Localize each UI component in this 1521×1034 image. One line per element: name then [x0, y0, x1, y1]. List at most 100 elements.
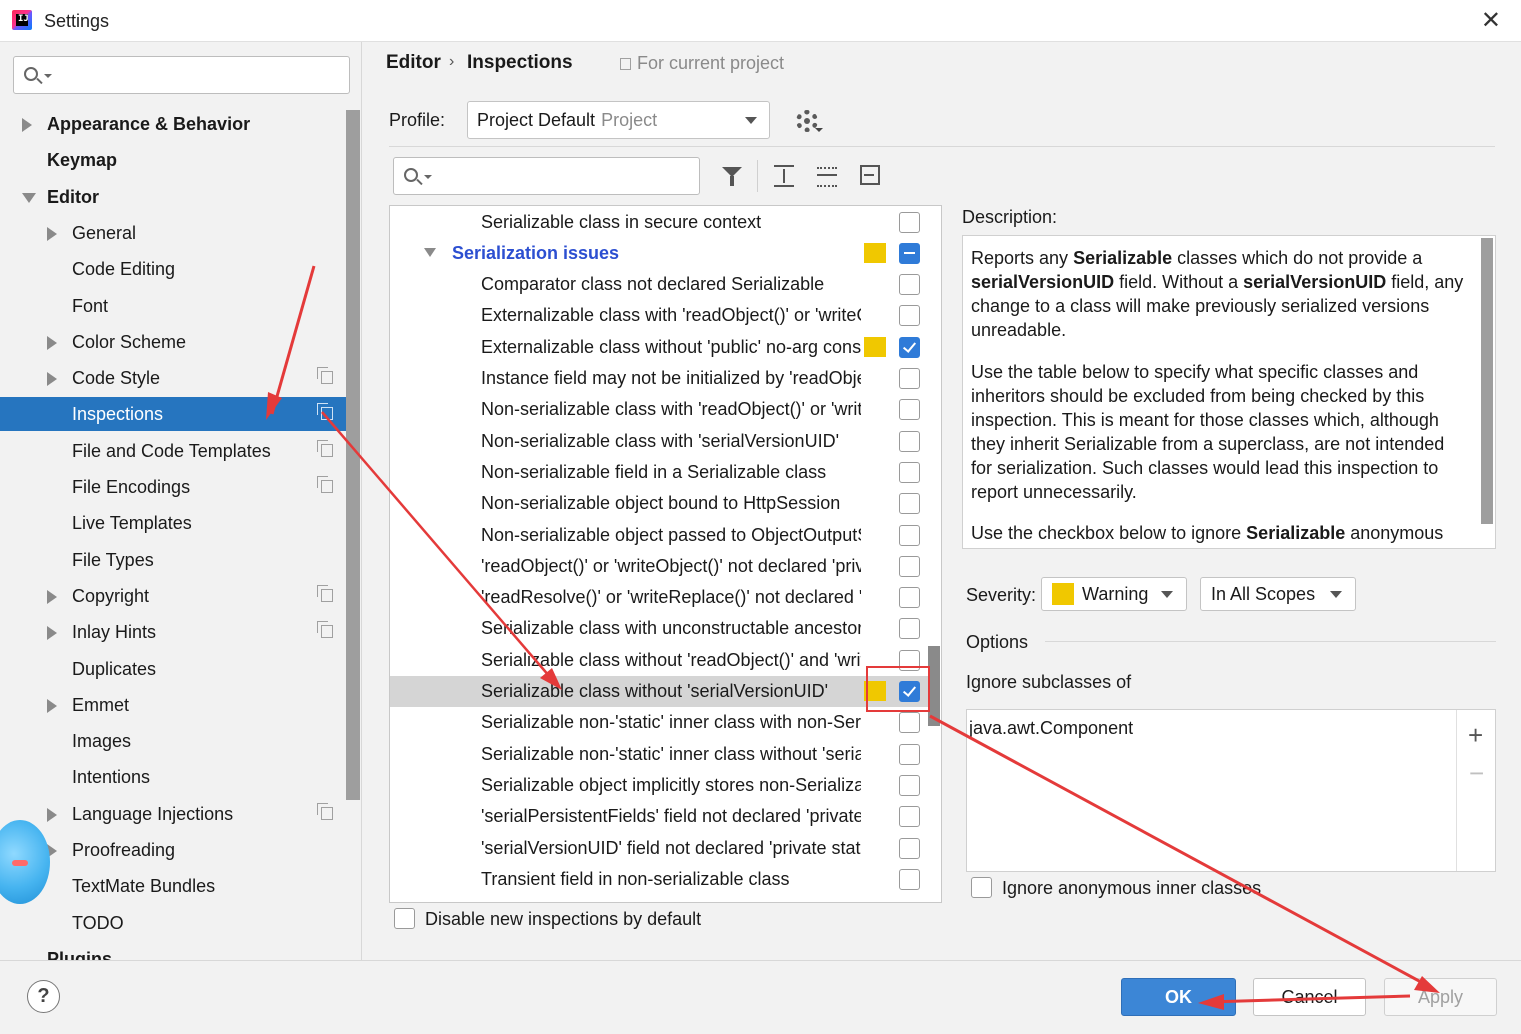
sidebar-item-keymap[interactable]: Keymap	[0, 143, 346, 177]
disable-new-inspections-checkbox[interactable]	[394, 908, 415, 929]
sidebar-item-textmate-bundles[interactable]: TextMate Bundles	[0, 869, 346, 903]
sidebar-item-general[interactable]: General	[0, 216, 346, 250]
sidebar-item-code-style[interactable]: Code Style	[0, 361, 346, 395]
sidebar-item-plugins[interactable]: Plugins	[0, 942, 346, 960]
sidebar-item-color-scheme[interactable]: Color Scheme	[0, 325, 346, 359]
inspection-row[interactable]: Comparator class not declared Serializab…	[390, 269, 928, 300]
sidebar-item-code-editing[interactable]: Code Editing	[0, 252, 346, 286]
inspection-checkbox[interactable]	[899, 305, 920, 327]
profile-dropdown[interactable]: Project Default Project	[467, 101, 770, 139]
sidebar-item-todo[interactable]: TODO	[0, 906, 346, 940]
inspection-checkbox[interactable]	[899, 368, 920, 389]
inspection-checkbox[interactable]	[899, 430, 920, 452]
close-icon[interactable]: ✕	[1481, 6, 1501, 35]
inspection-row[interactable]: 'readObject()' or 'writeObject()' not de…	[390, 551, 928, 582]
severity-dropdown[interactable]: Warning	[1041, 577, 1187, 611]
inspection-checkbox[interactable]	[899, 587, 920, 609]
cancel-button[interactable]: Cancel	[1253, 978, 1366, 1016]
inspection-row[interactable]: 'serialPersistentFields' field not decla…	[390, 801, 928, 832]
expand-all-icon[interactable]	[772, 163, 798, 189]
inspection-checkbox[interactable]	[899, 242, 920, 264]
add-icon[interactable]: +	[1468, 720, 1483, 751]
expand-arrow-icon[interactable]	[47, 807, 57, 822]
inspection-search-input[interactable]	[393, 157, 700, 195]
help-button[interactable]: ?	[27, 980, 60, 1013]
scope-dropdown[interactable]: In All Scopes	[1200, 577, 1356, 611]
remove-icon[interactable]: −	[1469, 758, 1484, 789]
inspection-row[interactable]: Externalizable class with 'readObject()'…	[390, 300, 928, 331]
collapse-arrow-icon[interactable]	[22, 192, 36, 203]
sidebar-item-emmet[interactable]: Emmet	[0, 688, 346, 722]
inspection-checkbox[interactable]	[899, 274, 920, 296]
expand-arrow-icon[interactable]	[22, 118, 32, 132]
inspection-checkbox[interactable]	[899, 336, 920, 358]
apply-button[interactable]: Apply	[1384, 978, 1497, 1016]
inspection-checkbox[interactable]	[899, 868, 920, 890]
inspection-row[interactable]: Non-serializable object passed to Object…	[390, 520, 928, 551]
inspection-row[interactable]: 'serialVersionUID' field not declared 'p…	[390, 833, 928, 864]
inspection-row[interactable]: Serializable object implicitly stores no…	[390, 770, 928, 801]
description-scrollbar[interactable]	[1481, 238, 1493, 524]
inspection-row[interactable]: Serializable non-'static' inner class wi…	[390, 739, 928, 770]
sidebar-item-appearance-behavior[interactable]: Appearance & Behavior	[0, 107, 346, 141]
expand-arrow-icon[interactable]	[47, 626, 57, 641]
inspection-row[interactable]: Instance field may not be initialized by…	[390, 363, 928, 394]
sidebar-search-input[interactable]	[13, 56, 350, 94]
inspection-checkbox[interactable]	[899, 806, 920, 828]
reset-to-default-icon[interactable]	[858, 163, 884, 189]
sidebar-item-file-types[interactable]: File Types	[0, 543, 346, 577]
sidebar-item-proofreading[interactable]: Proofreading	[0, 833, 346, 867]
collapse-arrow-icon[interactable]	[424, 247, 436, 257]
sidebar-scrollbar[interactable]	[346, 110, 360, 800]
expand-arrow-icon[interactable]	[47, 698, 57, 713]
inspection-row[interactable]: Externalizable class without 'public' no…	[390, 332, 928, 363]
inspection-checkbox[interactable]	[899, 837, 920, 859]
ignore-subclasses-list[interactable]: java.awt.Component	[967, 710, 1457, 871]
inspection-row[interactable]: Serializable class with unconstructable …	[390, 613, 928, 644]
inspection-row[interactable]: Transient field in non-serializable clas…	[390, 864, 928, 895]
breadcrumb-editor[interactable]: Editor	[386, 52, 441, 74]
ignore-subclasses-label: Ignore subclasses of	[966, 672, 1132, 692]
expand-arrow-icon[interactable]	[47, 589, 57, 604]
inspection-checkbox[interactable]	[899, 774, 920, 796]
sidebar-item-file-and-code-templates[interactable]: File and Code Templates	[0, 434, 346, 468]
inspection-checkbox[interactable]	[899, 618, 920, 640]
sidebar-item-inspections[interactable]: Inspections	[0, 397, 346, 432]
ignore-subclass-item[interactable]: java.awt.Component	[969, 718, 1133, 739]
sidebar-item-copyright[interactable]: Copyright	[0, 579, 346, 613]
inspection-checkbox[interactable]	[899, 743, 920, 765]
inspection-row[interactable]: Serializable non-'static' inner class wi…	[390, 707, 928, 738]
sidebar-item-duplicates[interactable]: Duplicates	[0, 652, 346, 686]
collapse-all-icon[interactable]	[815, 163, 841, 189]
inspection-row[interactable]: 'readResolve()' or 'writeReplace()' not …	[390, 582, 928, 613]
inspection-checkbox[interactable]	[899, 493, 920, 515]
inspection-checkbox[interactable]	[899, 524, 920, 546]
inspection-checkbox[interactable]	[899, 211, 920, 233]
inspection-checkbox[interactable]	[899, 399, 920, 421]
inspection-row[interactable]: Serializable class in secure context	[390, 207, 928, 238]
sidebar-item-editor[interactable]: Editor	[0, 180, 346, 214]
sidebar-item-intentions[interactable]: Intentions	[0, 760, 346, 794]
inspection-row[interactable]: Non-serializable object bound to HttpSes…	[390, 488, 928, 519]
ok-button[interactable]: OK	[1121, 978, 1236, 1016]
inspection-row[interactable]: Serializable class without 'serialVersio…	[390, 676, 928, 707]
ignore-anonymous-checkbox[interactable]	[971, 877, 992, 898]
inspection-row[interactable]: Non-serializable class with 'readObject(…	[390, 394, 928, 425]
expand-arrow-icon[interactable]	[47, 226, 57, 241]
filter-icon[interactable]	[720, 163, 746, 189]
inspection-checkbox[interactable]	[899, 461, 920, 483]
inspection-group-row[interactable]: Serialization issues	[390, 238, 928, 269]
sidebar-item-language-injections[interactable]: Language Injections	[0, 797, 346, 831]
sidebar-item-file-encodings[interactable]: File Encodings	[0, 470, 346, 504]
inspection-row[interactable]: Serializable class without 'readObject()…	[390, 645, 928, 676]
sidebar-item-inlay-hints[interactable]: Inlay Hints	[0, 615, 346, 649]
expand-arrow-icon[interactable]	[47, 372, 57, 387]
expand-arrow-icon[interactable]	[47, 335, 57, 350]
sidebar-item-images[interactable]: Images	[0, 724, 346, 758]
sidebar-item-font[interactable]: Font	[0, 289, 346, 323]
sidebar-item-live-templates[interactable]: Live Templates	[0, 506, 346, 540]
inspection-checkbox[interactable]	[899, 712, 920, 734]
inspection-row[interactable]: Non-serializable field in a Serializable…	[390, 457, 928, 488]
inspection-checkbox[interactable]	[899, 555, 920, 577]
inspection-row[interactable]: Non-serializable class with 'serialVersi…	[390, 426, 928, 457]
